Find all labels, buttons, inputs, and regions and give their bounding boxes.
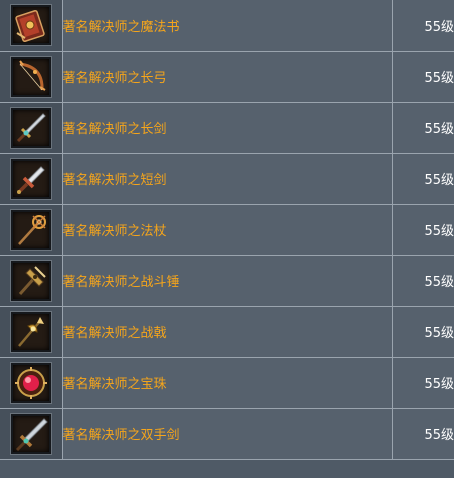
orb-icon[interactable] xyxy=(10,362,51,403)
halberd-icon[interactable] xyxy=(10,311,51,352)
item-name-link[interactable]: 著名解决师之长剑 xyxy=(61,101,393,154)
item-name-link[interactable]: 著名解决师之魔法书 xyxy=(61,0,393,52)
item-name-link[interactable]: 著名解决师之双手剑 xyxy=(61,407,393,460)
item-row: 著名解决师之法杖 55级 xyxy=(0,203,454,256)
item-table: 著名解决师之魔法书 55级 著名解决师之长弓 55级 著名解决师之长剑 55级 … xyxy=(0,0,454,460)
item-icon-cell xyxy=(0,203,63,256)
item-icon-cell xyxy=(0,50,63,103)
item-level: 55级 xyxy=(391,50,454,103)
item-row: 著名解决师之长剑 55级 xyxy=(0,101,454,154)
item-level: 55级 xyxy=(391,101,454,154)
longbow-icon[interactable] xyxy=(10,56,51,97)
item-level: 55级 xyxy=(391,0,454,52)
item-name-link[interactable]: 著名解决师之长弓 xyxy=(61,50,393,103)
item-list: 著名解决师之魔法书 55级 著名解决师之长弓 55级 著名解决师之长剑 55级 … xyxy=(0,0,454,460)
item-icon-cell xyxy=(0,152,63,205)
item-name-link[interactable]: 著名解决师之短剑 xyxy=(61,152,393,205)
item-name-link[interactable]: 著名解决师之宝珠 xyxy=(61,356,393,409)
item-row: 著名解决师之战斗锤 55级 xyxy=(0,254,454,307)
item-row: 著名解决师之魔法书 55级 xyxy=(0,0,454,52)
item-level: 55级 xyxy=(391,254,454,307)
magic-book-icon[interactable] xyxy=(10,5,51,46)
item-level: 55级 xyxy=(391,356,454,409)
item-name-link[interactable]: 著名解决师之法杖 xyxy=(61,203,393,256)
item-icon-cell xyxy=(0,356,63,409)
staff-icon[interactable] xyxy=(10,209,51,250)
item-row: 著名解决师之宝珠 55级 xyxy=(0,356,454,409)
item-icon-cell xyxy=(0,305,63,358)
item-name-link[interactable]: 著名解决师之战戟 xyxy=(61,305,393,358)
item-row: 著名解决师之长弓 55级 xyxy=(0,50,454,103)
item-level: 55级 xyxy=(391,407,454,460)
item-name-link[interactable]: 著名解决师之战斗锤 xyxy=(61,254,393,307)
war-hammer-icon[interactable] xyxy=(10,260,51,301)
item-icon-cell xyxy=(0,101,63,154)
item-row: 著名解决师之短剑 55级 xyxy=(0,152,454,205)
item-level: 55级 xyxy=(391,305,454,358)
two-handed-sword-icon[interactable] xyxy=(10,413,51,454)
short-sword-icon[interactable] xyxy=(10,158,51,199)
item-level: 55级 xyxy=(391,152,454,205)
item-icon-cell xyxy=(0,407,63,460)
item-icon-cell xyxy=(0,0,63,52)
item-icon-cell xyxy=(0,254,63,307)
item-row: 著名解决师之战戟 55级 xyxy=(0,305,454,358)
long-sword-icon[interactable] xyxy=(10,107,51,148)
item-row: 著名解决师之双手剑 55级 xyxy=(0,407,454,460)
item-level: 55级 xyxy=(391,203,454,256)
